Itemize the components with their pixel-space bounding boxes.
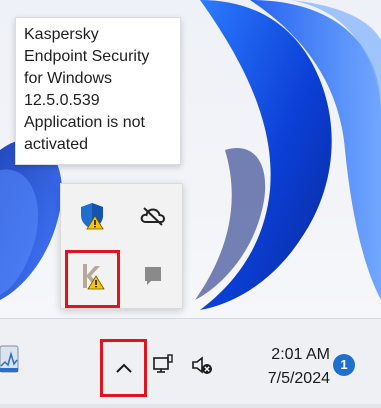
- onedrive-offline-icon[interactable]: [139, 202, 167, 230]
- tooltip-line-status: Application is not: [24, 114, 145, 131]
- kaspersky-highlight-box: [65, 250, 120, 308]
- tooltip-line-version: 12.5.0.539: [24, 92, 100, 109]
- tooltip-line-product: Kaspersky: [24, 26, 99, 43]
- notification-badge[interactable]: 1: [333, 354, 355, 376]
- kaspersky-tooltip: Kaspersky Endpoint Security for Windows …: [15, 17, 181, 165]
- network-icon[interactable]: [150, 352, 176, 378]
- clock-date: 7/5/2024: [267, 370, 330, 387]
- windows-security-warning-icon[interactable]: [78, 202, 106, 230]
- task-manager-icon[interactable]: [0, 340, 22, 380]
- taskbar-bottom-edge: [0, 404, 381, 408]
- tooltip-line-status-2: activated: [24, 136, 89, 153]
- tooltip-line-platform: for Windows: [24, 70, 113, 87]
- chevron-up-icon: [115, 363, 132, 373]
- tray-app-icon[interactable]: [139, 262, 167, 290]
- clock-time: 2:01 AM: [271, 346, 330, 363]
- tooltip-line-product-2: Endpoint Security: [24, 48, 150, 65]
- show-hidden-icons-button[interactable]: [100, 339, 147, 397]
- volume-muted-icon[interactable]: [189, 352, 215, 378]
- clock[interactable]: 2:01 AM 7/5/2024: [230, 343, 330, 391]
